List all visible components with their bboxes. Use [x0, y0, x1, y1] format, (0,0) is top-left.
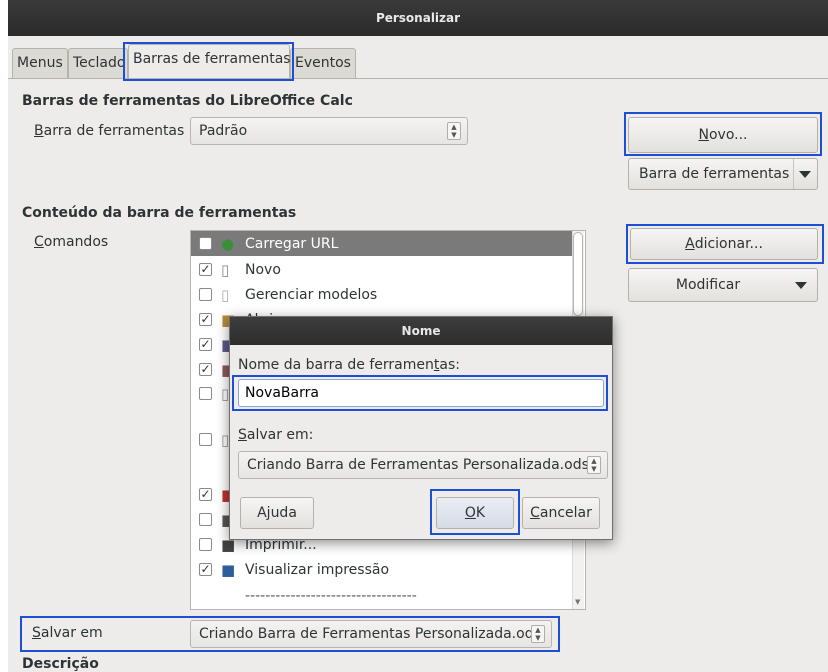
name-dialog-title: Nome: [401, 324, 441, 338]
popup-save-select[interactable]: Criando Barra de Ferramentas Personaliza…: [238, 451, 608, 479]
modify-label: Modificar: [675, 277, 741, 293]
print-preview-icon: ■: [221, 560, 236, 579]
name-dialog-titlebar: Nome: [230, 317, 612, 345]
checkbox-checked[interactable]: ✓: [199, 263, 212, 276]
toolbar-select[interactable]: Padrão ▲ ▼: [190, 117, 468, 145]
description-label: Descrição: [22, 656, 99, 672]
checkbox-checked[interactable]: ✓: [199, 563, 212, 576]
content-heading: Conteúdo da barra de ferramentas: [22, 205, 297, 221]
list-item[interactable]: ----------------------------------: [191, 583, 573, 608]
tab-events[interactable]: Eventos: [290, 48, 356, 78]
chevron-down-icon: [795, 282, 807, 289]
cancel-button[interactable]: Cancelar: [522, 497, 600, 529]
template-icon: ▯: [221, 285, 230, 304]
ok-button[interactable]: OK: [436, 497, 514, 529]
list-item[interactable]: ▯ Gerenciar modelos: [191, 282, 573, 307]
toolbar-menu-button[interactable]: Barra de ferramentas: [628, 158, 818, 190]
tab-label: Menus: [17, 55, 63, 71]
window-title: Personalizar: [375, 11, 461, 25]
tab-label: Teclado: [73, 55, 126, 71]
tab-label: Eventos: [295, 55, 351, 71]
list-item[interactable]: ✓ ■ Visualizar impressão: [191, 557, 573, 582]
list-item-label: Gerenciar modelos: [245, 286, 378, 303]
tab-label: Barras de ferramentas: [133, 51, 291, 67]
new-document-icon: ▯: [221, 260, 230, 279]
toolbar-name-input[interactable]: [238, 379, 604, 407]
list-item-label: Carregar URL: [245, 235, 339, 252]
window-titlebar: Personalizar: [8, 0, 828, 36]
checkbox-unchecked[interactable]: [199, 538, 212, 551]
checkbox-unchecked[interactable]: [199, 237, 212, 250]
popup-save-label: Salvar em:: [238, 427, 314, 443]
save-in-label: Salvar em: [32, 625, 103, 641]
tab-menus[interactable]: Menus: [12, 48, 68, 78]
checkbox-unchecked[interactable]: [199, 288, 212, 301]
checkbox-checked[interactable]: ✓: [199, 338, 212, 351]
checkbox-checked[interactable]: ✓: [199, 488, 212, 501]
new-toolbar-button[interactable]: Novo...: [628, 117, 818, 153]
toolbar-label: Barra de ferramentas: [34, 123, 185, 139]
save-in-select[interactable]: Criando Barra de Ferramentas Personaliza…: [190, 620, 552, 648]
popup-save-value: Criando Barra de Ferramentas Personaliza…: [247, 457, 589, 473]
tab-page-border: [8, 78, 828, 79]
name-dialog: Nome Nome da barra de ferramentas: Salva…: [229, 316, 613, 540]
help-button[interactable]: Aj uda: [240, 497, 314, 529]
checkbox-unchecked[interactable]: [199, 433, 212, 446]
modify-button[interactable]: Modificar: [628, 268, 818, 302]
list-scroll-thumb[interactable]: [573, 232, 583, 316]
toolbar-select-value: Padrão: [199, 123, 248, 139]
checkbox-checked[interactable]: ✓: [199, 313, 212, 326]
checkbox-unchecked[interactable]: [199, 387, 212, 400]
list-item-label: Novo: [245, 261, 281, 278]
toolbar-menu-label: Barra de ferramentas: [639, 166, 790, 182]
commands-label: Comandos: [34, 234, 109, 250]
list-item[interactable]: ● Carregar URL: [191, 231, 573, 256]
toolbar-name-label: Nome da barra de ferramentas:: [238, 357, 460, 373]
checkbox-unchecked[interactable]: [199, 513, 212, 526]
scroll-down-icon[interactable]: ▼: [575, 598, 580, 606]
add-command-button[interactable]: Adicionar...: [630, 228, 818, 260]
tab-toolbars[interactable]: Barras de ferramentas: [128, 44, 291, 79]
spin-arrows-icon: ▲ ▼: [531, 625, 545, 643]
spin-arrows-icon: ▲ ▼: [587, 456, 601, 474]
toolbars-heading: Barras de ferramentas do LibreOffice Cal…: [22, 93, 353, 109]
save-in-value: Criando Barra de Ferramentas Personaliza…: [199, 626, 541, 642]
list-item-label: ----------------------------------: [245, 587, 417, 604]
list-item[interactable]: ✓ ▯ Novo: [191, 257, 573, 282]
list-item-label: Visualizar impressão: [245, 561, 390, 578]
spin-arrows-icon: ▲ ▼: [447, 122, 461, 140]
globe-icon: ●: [221, 234, 235, 253]
checkbox-checked[interactable]: ✓: [199, 363, 212, 376]
tab-keyboard[interactable]: Teclado: [68, 48, 128, 78]
chevron-down-icon: [799, 171, 811, 178]
